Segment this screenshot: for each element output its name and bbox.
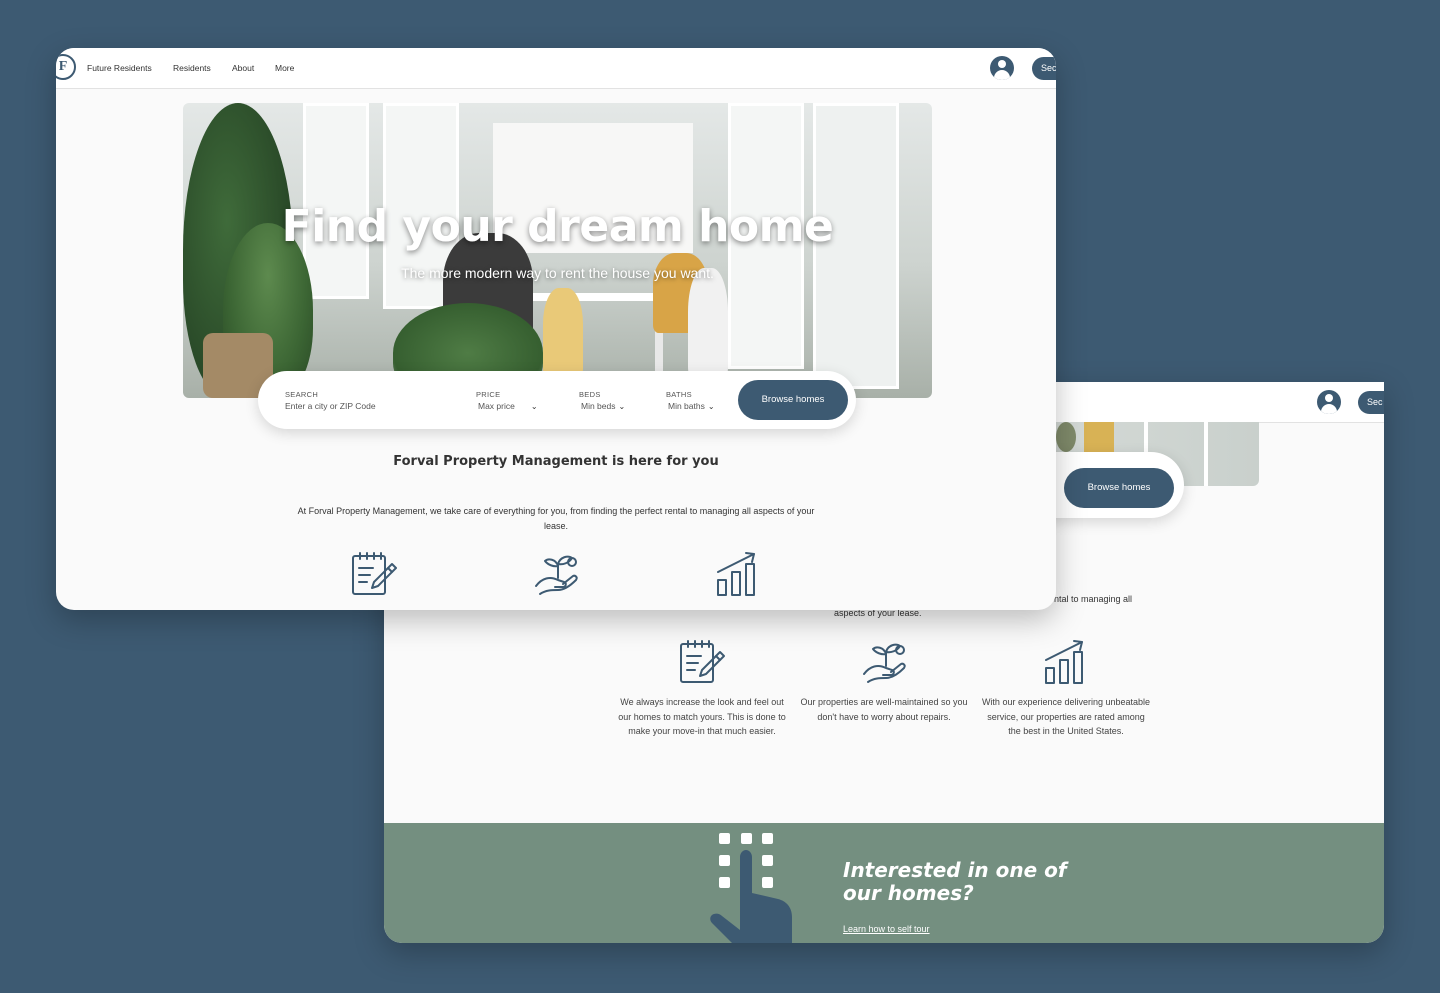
price-value: Max price: [478, 401, 515, 411]
baths-value: Min baths: [668, 401, 705, 411]
nav-residents[interactable]: Residents: [173, 63, 211, 73]
beds-value: Min beds: [581, 401, 616, 411]
nav-cta-button[interactable]: Sec: [1358, 391, 1384, 414]
hero-subtitle: The more modern way to rent the house yo…: [401, 265, 714, 281]
self-tour-link[interactable]: Learn how to self tour: [843, 924, 930, 934]
section-description: At Forval Property Management, we take c…: [297, 506, 815, 531]
checklist-pencil-icon: [352, 552, 397, 595]
price-label: PRICE: [476, 390, 501, 399]
beds-label: BEDS: [579, 390, 601, 399]
search-bar: SEARCH Enter a city or ZIP Code PRICE Ma…: [258, 371, 856, 429]
cta-title: Interested in one of our homes?: [843, 858, 1067, 905]
browse-homes-button[interactable]: Browse homes: [1064, 468, 1174, 508]
baths-label: BATHS: [666, 390, 692, 399]
keypad-touch-icon: [710, 833, 792, 943]
chevron-down-icon: ⌄: [707, 402, 715, 411]
logo[interactable]: F: [56, 54, 76, 80]
navbar: F Future Residents Residents About More …: [56, 48, 1056, 89]
nav-more[interactable]: More: [275, 63, 294, 73]
self-tour-banner: Interested in one of our homes? Learn ho…: [384, 823, 1384, 943]
feature-text-3: With our experience delivering unbeatabl…: [981, 697, 1151, 736]
front-page-screenshot: F Future Residents Residents About More …: [56, 48, 1056, 610]
plant-hand-icon: [863, 643, 906, 683]
search-label: SEARCH: [285, 390, 319, 399]
account-icon[interactable]: [1317, 390, 1341, 414]
nav-about[interactable]: About: [232, 63, 254, 73]
baths-select[interactable]: BATHS Min baths ⌄: [666, 390, 715, 411]
feature-text-1: We always increase the look and feel out…: [618, 697, 786, 736]
nav-future-residents[interactable]: Future Residents: [87, 63, 152, 73]
location-field[interactable]: SEARCH Enter a city or ZIP Code: [285, 390, 376, 411]
search-input[interactable]: Enter a city or ZIP Code: [285, 401, 376, 411]
plant-hand-icon: [535, 555, 578, 595]
growth-chart-icon: [1045, 640, 1083, 684]
hero-title: Find your dream home: [281, 201, 834, 252]
checklist-pencil-icon: [680, 640, 725, 683]
growth-chart-icon: [717, 552, 755, 596]
section-title: Forval Property Management is here for y…: [393, 454, 719, 469]
chevron-down-icon: ⌄: [618, 402, 626, 411]
account-icon[interactable]: [990, 56, 1014, 80]
price-select[interactable]: PRICE Max price ⌄: [476, 390, 538, 411]
chevron-down-icon: ⌄: [530, 402, 538, 411]
browse-homes-button[interactable]: Browse homes: [738, 380, 848, 420]
hero-banner: Find your dream home The more modern way…: [183, 103, 932, 398]
nav-cta-button[interactable]: Sec: [1032, 57, 1056, 80]
feature-text-2: Our properties are well-maintained so yo…: [800, 697, 968, 722]
description-fragment: ntal to managing all: [1054, 594, 1133, 604]
beds-select[interactable]: BEDS Min beds ⌄: [579, 390, 625, 411]
